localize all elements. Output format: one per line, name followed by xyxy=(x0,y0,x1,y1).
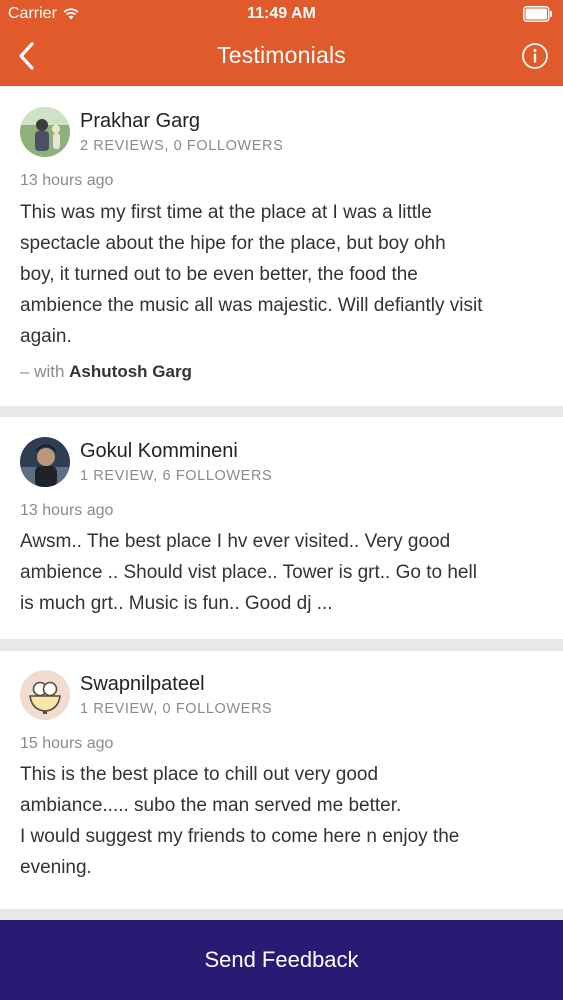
avatar[interactable] xyxy=(20,437,70,487)
review-line: Awsm.. The best place I hv ever visited.… xyxy=(20,531,451,552)
review-timestamp: 15 hours ago xyxy=(20,735,114,752)
review-line: ambiance..... subo the man served me bet… xyxy=(20,795,402,816)
review-line: ambience .. Should vist place.. Tower is… xyxy=(20,562,477,583)
reviewer-name[interactable]: Prakhar Garg xyxy=(80,110,200,133)
review-line: spectacle about the hipe for the place, … xyxy=(20,233,446,254)
navigation-bar: Testimonials xyxy=(0,28,563,86)
reviewer-name[interactable]: Gokul Kommineni xyxy=(80,440,238,463)
review-line: again. xyxy=(20,326,72,347)
reviewer-stats: 1 REVIEW, 0 FOLLOWERS xyxy=(80,701,273,717)
review-timestamp: 13 hours ago xyxy=(20,172,114,189)
reviewer-stats: 2 REVIEWS, 0 FOLLOWERS xyxy=(80,138,284,154)
review-text: This was my first time at the place at I… xyxy=(20,197,545,352)
info-icon[interactable] xyxy=(521,42,549,70)
reviewer-name[interactable]: Swapnilpateel xyxy=(80,673,205,696)
review-line: This is the best place to chill out very… xyxy=(20,764,379,785)
review-timestamp: 13 hours ago xyxy=(20,502,114,519)
battery-icon xyxy=(523,6,552,22)
avatar[interactable] xyxy=(20,107,70,157)
review-line: is much grt.. Music is fun.. Good dj ... xyxy=(20,593,333,614)
testimonial-card: Swapnilpateel 1 REVIEW, 0 FOLLOWERS 15 h… xyxy=(0,651,563,909)
review-line: evening. xyxy=(20,857,92,878)
review-text: Awsm.. The best place I hv ever visited.… xyxy=(20,526,545,619)
status-time: 11:49 AM xyxy=(247,5,316,22)
review-line: ambience the music all was majestic. Wil… xyxy=(20,295,483,316)
review-line: boy, it turned out to be even better, th… xyxy=(20,264,418,285)
review-line: This was my first time at the place at I… xyxy=(20,202,432,223)
status-bar: Carrier 11:49 AM xyxy=(0,0,563,28)
avatar[interactable] xyxy=(20,670,70,720)
review-text: This is the best place to chill out very… xyxy=(20,759,545,883)
send-feedback-button[interactable]: Send Feedback xyxy=(0,920,563,1000)
testimonial-card: Prakhar Garg 2 REVIEWS, 0 FOLLOWERS 13 h… xyxy=(0,86,563,406)
review-with: – with Ashutosh Garg xyxy=(20,362,192,382)
testimonials-list[interactable]: Prakhar Garg 2 REVIEWS, 0 FOLLOWERS 13 h… xyxy=(0,86,563,920)
page-title: Testimonials xyxy=(217,42,346,68)
with-prefix: – with xyxy=(20,362,65,381)
reviewer-stats: 1 REVIEW, 6 FOLLOWERS xyxy=(80,468,273,484)
testimonial-card: Gokul Kommineni 1 REVIEW, 6 FOLLOWERS 13… xyxy=(0,417,563,639)
with-friend-name[interactable]: Ashutosh Garg xyxy=(69,362,192,381)
review-line: I would suggest my friends to come here … xyxy=(20,826,460,847)
